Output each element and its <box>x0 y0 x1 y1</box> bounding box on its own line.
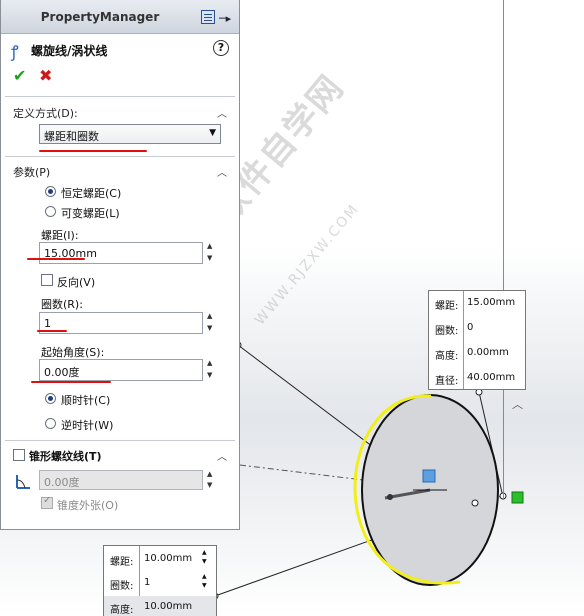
annotation-underline <box>39 150 147 152</box>
callout-row[interactable]: 圈数: 1 <box>104 572 216 594</box>
cancel-button[interactable]: ✖ <box>39 66 52 85</box>
radio-label: 恒定螺距(C) <box>61 187 122 200</box>
callout-value[interactable]: 1 <box>144 577 150 588</box>
checkbox-box <box>41 495 53 509</box>
radio-dot <box>45 186 56 197</box>
revolutions-spinner[interactable]: ▲ ▼ <box>205 312 219 334</box>
radio-label: 顺时针(C) <box>61 394 111 407</box>
handle-point[interactable] <box>471 499 479 507</box>
radio-label: 逆时针(W) <box>61 419 114 432</box>
expand-caret-icon[interactable]: ︿ <box>512 396 523 412</box>
callout-row[interactable]: 直径: 40.00mm <box>429 367 525 389</box>
callout-key: 直径: <box>435 376 459 387</box>
radio-label: 可变螺距(L) <box>61 207 120 220</box>
property-manager-panel: PropertyManager ─▸ ꝭ 螺旋线/涡状线 ? ✔ ✖ 定义方式(… <box>0 0 240 530</box>
radio-dot <box>45 393 56 404</box>
ok-button[interactable]: ✔ <box>13 66 26 85</box>
definition-section-title: 定义方式(D): <box>13 107 78 120</box>
collapse-taper-icon[interactable]: ︿ <box>217 448 227 463</box>
callout-key: 螺距: <box>435 301 459 312</box>
feature-title: 螺旋线/涡状线 <box>31 44 108 58</box>
panel-title: PropertyManager <box>40 10 160 24</box>
feature-title-row: ꝭ 螺旋线/涡状线 ? <box>9 40 231 61</box>
pin-icon[interactable]: ─▸ <box>219 12 231 25</box>
radio-dot <box>45 206 56 217</box>
callout-key: 高度: <box>110 605 134 616</box>
annotation-underline <box>37 330 67 332</box>
radio-dot <box>45 418 56 429</box>
start-angle-spinner[interactable]: ▲ ▼ <box>205 359 219 381</box>
start-angle-label: 起始角度(S): <box>41 346 105 359</box>
start-angle-field[interactable]: 0.00度 <box>39 359 203 381</box>
revolutions-label: 圈数(R): <box>41 298 83 311</box>
callout-spinner[interactable] <box>201 573 213 591</box>
layout-icon[interactable] <box>201 10 215 24</box>
helix-callout-right: 螺距: 15.00mm 圈数: 0 高度: 0.00mm 直径: 40.00mm <box>428 290 526 390</box>
origin-marker[interactable] <box>422 469 436 483</box>
callout-key: 高度: <box>435 351 459 362</box>
relation-marker[interactable] <box>511 491 524 504</box>
help-icon[interactable]: ? <box>213 40 229 56</box>
axis-endpoint <box>387 494 393 500</box>
pitch-spinner[interactable]: ▲ ▼ <box>205 242 219 264</box>
taper-angle-field: 0.00度 <box>39 470 203 490</box>
callout-row[interactable]: 圈数: 0 <box>429 317 525 339</box>
panel-header: PropertyManager ─▸ <box>1 0 239 34</box>
callout-row[interactable]: 螺距: 10.00mm <box>104 548 216 570</box>
divider <box>5 156 235 157</box>
callout-value: 40.00mm <box>467 372 516 383</box>
callout-value: 0 <box>467 322 474 333</box>
callout-key: 圈数: <box>435 326 459 337</box>
callout-key: 圈数: <box>110 581 134 592</box>
collapse-parameters-icon[interactable]: ︿ <box>217 164 227 179</box>
parameters-section-title: 参数(P) <box>13 166 51 179</box>
annotation-underline <box>31 381 111 383</box>
taper-angle-value: 0.00度 <box>44 476 80 489</box>
pitch-field[interactable]: 15.00mm <box>39 242 203 264</box>
callout-value: 0.00mm <box>467 347 509 358</box>
callout-value[interactable]: 10.00mm <box>144 601 192 612</box>
start-angle-value: 0.00度 <box>44 366 80 379</box>
panel-pin-area: ─▸ <box>201 10 235 26</box>
divider <box>5 96 235 97</box>
helix-callout-bottom: 螺距: 10.00mm 圈数: 1 高度: 10.00mm <box>103 545 217 616</box>
definition-selected: 螺距和圈数 <box>44 130 99 143</box>
taper-angle-spinner: ▲ ▼ <box>207 470 213 489</box>
checkbox-label: 锥度外张(O) <box>57 499 119 512</box>
collapse-definition-icon[interactable]: ︿ <box>217 105 227 120</box>
viewport-edge-line <box>503 0 504 500</box>
callout-spinner[interactable] <box>201 549 213 567</box>
definition-dropdown[interactable]: 螺距和圈数 ▼ <box>39 124 221 144</box>
dropdown-arrow-icon: ▼ <box>209 128 216 138</box>
taper-section-title: 锥形螺纹线(T) <box>29 450 102 463</box>
callout-key: 螺距: <box>110 557 134 568</box>
checkbox-box <box>13 449 25 461</box>
revolutions-value: 1 <box>44 317 51 330</box>
callout-row[interactable]: 高度: 10.00mm <box>104 596 216 616</box>
callout-row[interactable]: 螺距: 15.00mm <box>429 292 525 314</box>
pitch-label: 螺距(I): <box>41 229 79 242</box>
callout-row[interactable]: 高度: 0.00mm <box>429 342 525 364</box>
taper-angle-icon <box>16 475 30 489</box>
divider <box>5 440 235 441</box>
checkbox-label: 反向(V) <box>57 276 96 289</box>
helix-icon: ꝭ <box>11 42 19 61</box>
checkbox-box <box>41 274 53 286</box>
annotation-underline <box>27 258 85 260</box>
callout-value[interactable]: 10.00mm <box>144 553 192 564</box>
callout-value: 15.00mm <box>467 297 516 308</box>
